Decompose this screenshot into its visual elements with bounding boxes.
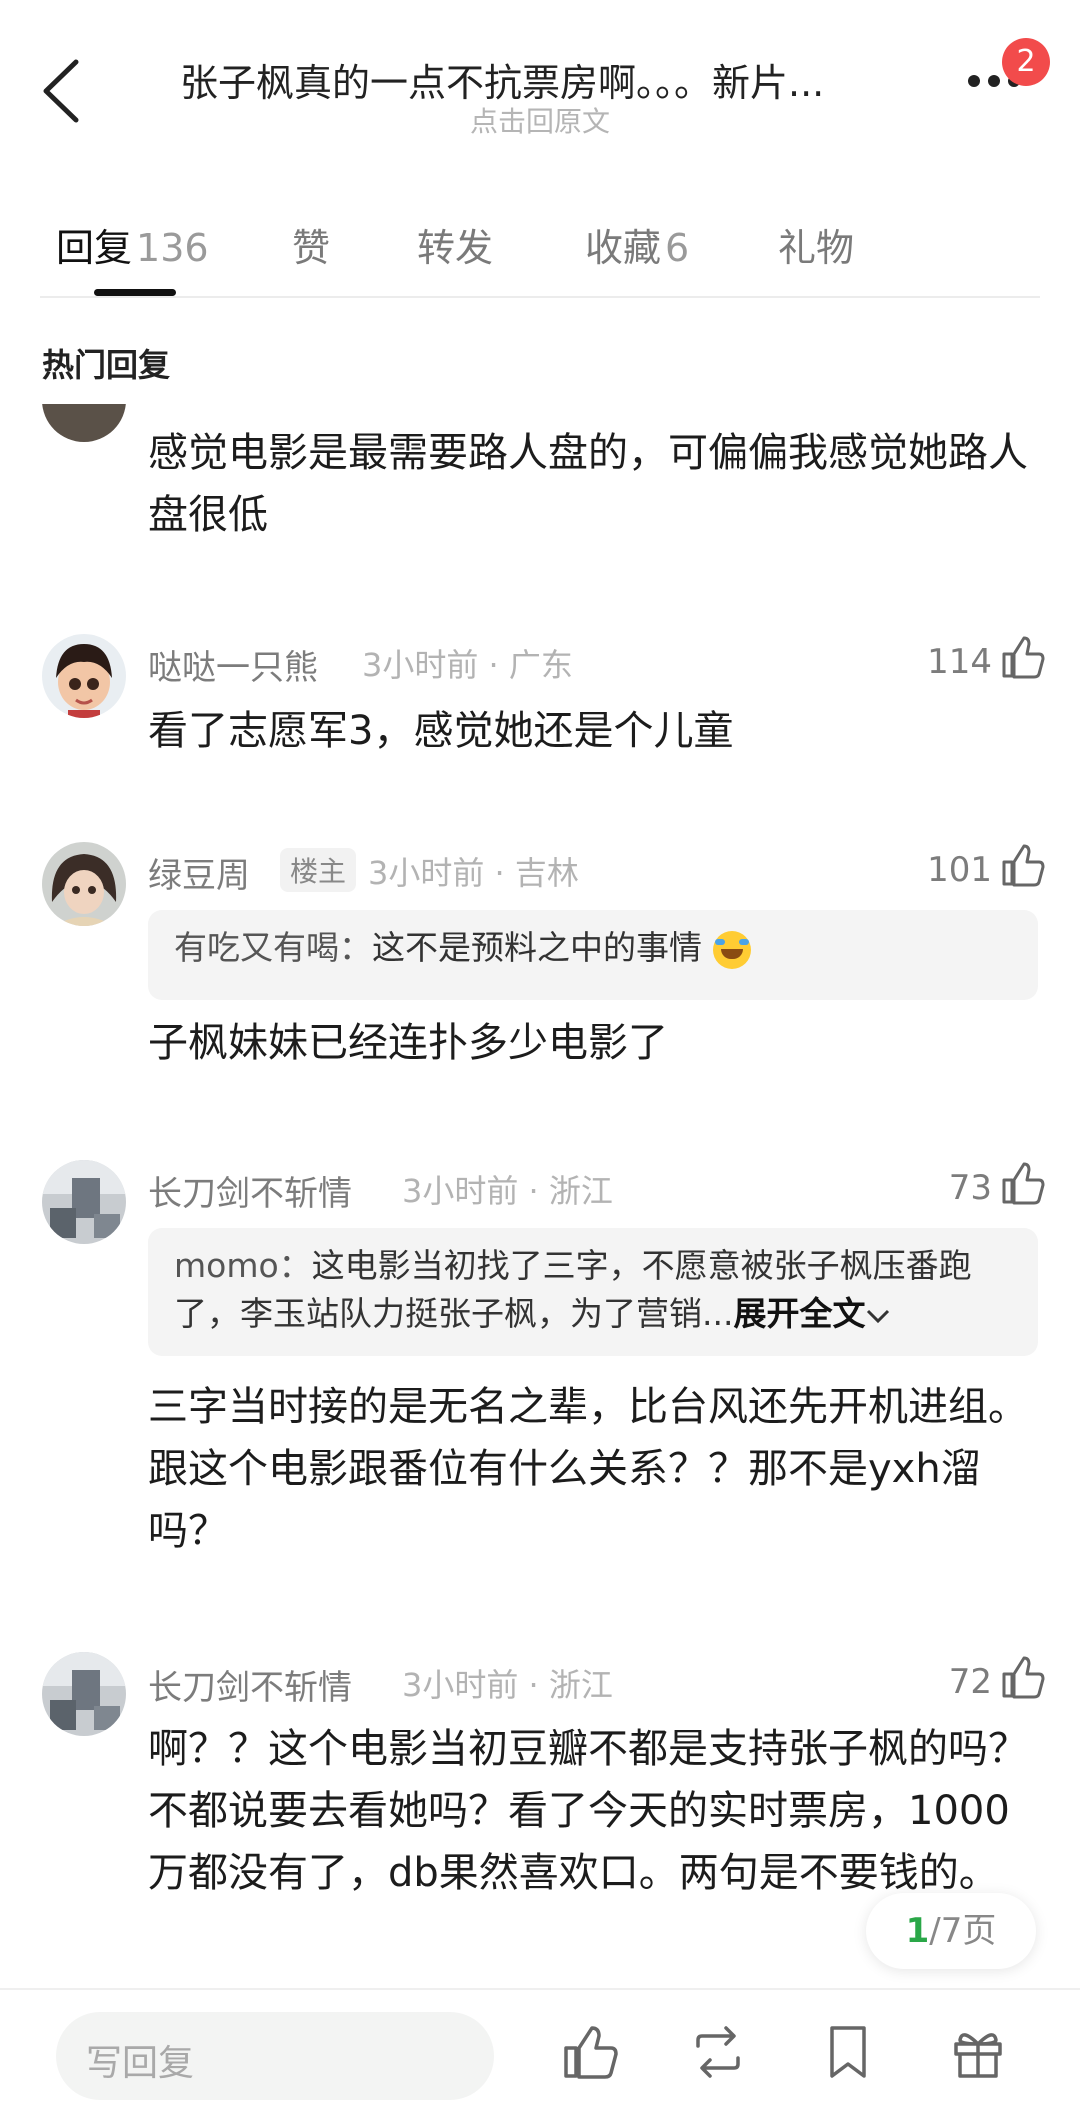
divider xyxy=(0,1988,1080,1990)
thumbs-up-icon[interactable] xyxy=(1000,842,1046,888)
comment-text: 子枫妹妹已经连扑多少电影了 xyxy=(148,1020,668,1066)
like-count: 72 xyxy=(948,1662,992,1702)
avatar[interactable] xyxy=(42,634,126,718)
tab-count: 6 xyxy=(665,226,690,270)
comment-location: 吉林 xyxy=(514,854,579,892)
comment-meta: 3小时前 · 吉林 xyxy=(368,854,579,892)
laughing-emoji-icon xyxy=(712,930,751,969)
expand-full-text-link[interactable]: 展开全文 xyxy=(733,1294,865,1333)
commenter-name[interactable]: 哒哒一只熊 xyxy=(148,640,318,689)
comment-meta: 3小时前 · 浙江 xyxy=(402,1666,613,1704)
active-tab-indicator xyxy=(94,289,176,296)
tab-count: 136 xyxy=(136,226,209,270)
comment-location: 浙江 xyxy=(548,1172,613,1210)
like-count: 101 xyxy=(927,850,992,890)
tab-bar: 回复 136 赞 转发 收藏 6 礼物 xyxy=(0,205,1080,295)
tab-reposts[interactable]: 转发 xyxy=(417,217,493,272)
comment-text: 感觉电影是最需要路人盘的，可偏偏我感觉她路人盘很低 xyxy=(148,430,1028,538)
comment-meta: 3小时前 · 浙江 xyxy=(402,1172,613,1210)
comment-location: 浙江 xyxy=(548,1666,613,1704)
tab-replies[interactable]: 回复 136 xyxy=(56,217,209,272)
comment-text: 看了志愿军3，感觉她还是个儿童 xyxy=(148,708,734,754)
like-count: 114 xyxy=(927,642,992,682)
avatar[interactable] xyxy=(42,842,126,926)
commenter-name[interactable]: 绿豆周 xyxy=(148,848,250,897)
commenter-name[interactable]: 长刀剑不斩情 xyxy=(148,1660,352,1709)
quote-author: 有吃又有喝： xyxy=(174,928,372,967)
chevron-down-icon[interactable] xyxy=(865,1306,891,1326)
comment-meta: 3小时前 · 广东 xyxy=(362,646,573,684)
quote-author: momo： xyxy=(174,1246,312,1285)
thumbs-up-icon[interactable] xyxy=(1000,1654,1046,1700)
avatar[interactable] xyxy=(42,1652,126,1736)
reply-input[interactable]: 写回复 xyxy=(56,2012,494,2100)
gift-icon[interactable] xyxy=(948,2022,1008,2082)
tab-favorites[interactable]: 收藏 6 xyxy=(585,217,689,272)
comment-time: 3小时前 xyxy=(402,1666,519,1704)
op-badge: 楼主 xyxy=(280,848,357,892)
quote-text: 这不是预料之中的事情 xyxy=(372,928,702,967)
bookmark-icon[interactable] xyxy=(818,2022,878,2082)
thumbs-up-icon[interactable] xyxy=(1000,634,1046,680)
comment-time: 3小时前 xyxy=(368,854,485,892)
thumbs-up-icon[interactable] xyxy=(560,2022,620,2082)
comment-text: 三字当时接的是无名之辈，比台风还先开机进组。跟这个电影跟番位有什么关系？？那不是… xyxy=(148,1384,1028,1554)
tab-label: 赞 xyxy=(292,226,331,270)
tab-label: 转发 xyxy=(417,226,494,270)
current-page: 1 xyxy=(905,1911,930,1951)
back-to-original-link[interactable]: 点击回原文 xyxy=(0,100,1080,140)
avatar[interactable] xyxy=(42,1160,126,1244)
like-count: 73 xyxy=(948,1168,992,1208)
commenter-name[interactable]: 长刀剑不斩情 xyxy=(148,1166,352,1215)
tab-gifts[interactable]: 礼物 xyxy=(778,217,854,272)
reply-placeholder: 写回复 xyxy=(86,2043,195,2084)
notification-badge: 2 xyxy=(1002,38,1050,86)
tab-likes[interactable]: 赞 xyxy=(292,217,330,272)
post-title[interactable]: 张子枫真的一点不抗票房啊。。。新片... xyxy=(180,52,920,107)
page-indicator[interactable]: 1/7页 xyxy=(866,1893,1036,1969)
comment-location: 广东 xyxy=(508,646,573,684)
divider xyxy=(40,296,1040,298)
quoted-reply[interactable]: 有吃又有喝：这不是预料之中的事情 xyxy=(148,910,1038,1000)
repost-icon[interactable] xyxy=(688,2022,748,2082)
tab-label: 礼物 xyxy=(778,226,855,270)
tab-label: 收藏 xyxy=(585,226,662,270)
total-pages: /7页 xyxy=(929,1911,997,1951)
hot-replies-heading: 热门回复 xyxy=(42,346,171,384)
comment-time: 3小时前 xyxy=(402,1172,519,1210)
thumbs-up-icon[interactable] xyxy=(1000,1160,1046,1206)
comment-time: 3小时前 xyxy=(362,646,479,684)
top-bar: 张子枫真的一点不抗票房啊。。。新片... 点击回原文 2 xyxy=(0,0,1080,150)
tab-label: 回复 xyxy=(56,226,133,270)
quoted-reply[interactable]: momo：这电影当初找了三字，不愿意被张子枫压番跑了，李玉站队力挺张子枫，为了营… xyxy=(148,1228,1038,1356)
